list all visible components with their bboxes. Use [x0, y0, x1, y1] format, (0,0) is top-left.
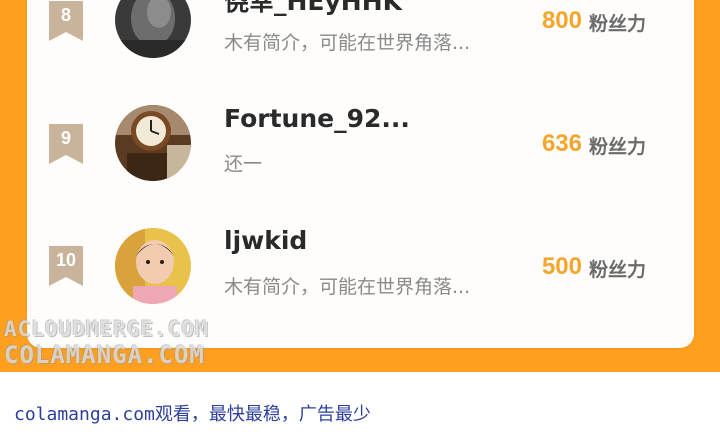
rank-number: 9	[60, 128, 71, 148]
rank-badge: 10	[49, 246, 83, 286]
user-bio: 木有简介，可能在世界角落...	[224, 32, 471, 54]
watermark-line-2: COLAMANGA.COM	[4, 341, 205, 369]
leaderboard-card: 8 侥幸_HEyHHK 木有简介，可能在世界角落... 800 粉丝力 9 Fo…	[27, 0, 694, 348]
fan-power-count: 500	[541, 253, 582, 280]
user-avatar[interactable]	[115, 0, 191, 58]
user-avatar[interactable]	[115, 105, 191, 181]
user-bio: 木有简介，可能在世界角落...	[224, 276, 471, 298]
fan-power-count: 636	[541, 130, 582, 157]
username[interactable]: Fortune_92...	[224, 104, 410, 133]
rank-badge: 9	[49, 124, 83, 164]
fan-power-unit: 粉丝力	[589, 259, 647, 281]
fan-power-unit: 粉丝力	[589, 13, 647, 35]
leaderboard-row[interactable]: 8 侥幸_HEyHHK 木有简介，可能在世界角落... 800 粉丝力	[27, 0, 694, 88]
leaderboard-row[interactable]: 9 Fortune_92... 还一 636 粉丝力	[27, 101, 694, 211]
fan-power-unit: 粉丝力	[589, 136, 647, 158]
fan-power-count: 800	[541, 7, 582, 34]
username[interactable]: 侥幸_HEyHHK	[224, 0, 402, 18]
rank-badge: 8	[49, 1, 83, 41]
dark-portrait-avatar	[115, 0, 191, 58]
user-avatar[interactable]	[115, 228, 191, 304]
rank-number: 8	[60, 5, 71, 25]
child-photo-avatar	[115, 228, 191, 304]
username[interactable]: ljwkid	[224, 226, 307, 255]
footer-link[interactable]: colamanga.com观看，最快最稳，广告最少	[14, 400, 371, 426]
clock-avatar	[115, 105, 191, 181]
rank-number: 10	[55, 250, 77, 270]
user-bio: 还一	[224, 153, 263, 175]
watermark-line-1: ACLOUDMERGE.COM	[4, 317, 209, 341]
